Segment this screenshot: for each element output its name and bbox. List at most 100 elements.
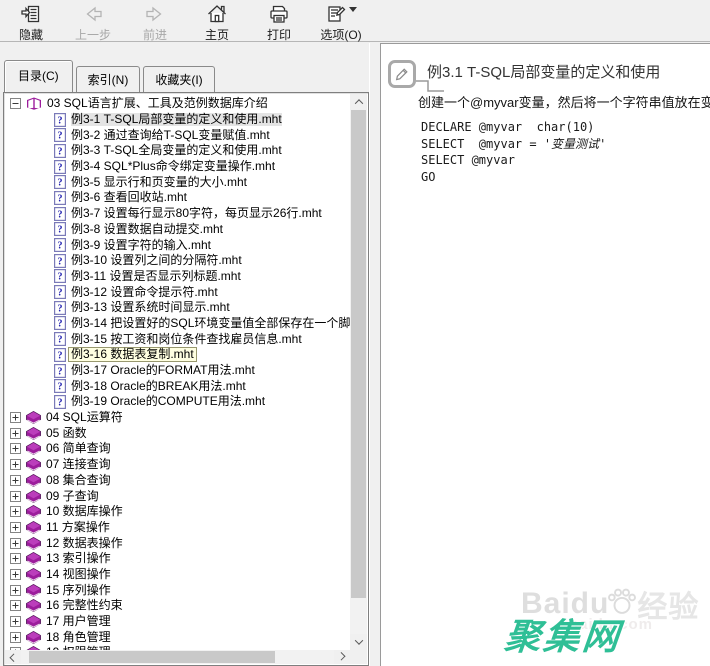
tree-item[interactable]: ? 03 SQL语言扩展、工具及范例数据库介绍 (5, 96, 350, 112)
book-closed-icon: ? (26, 490, 41, 503)
tree-item[interactable]: ? 例3-14 把设置好的SQL环境变量值全部保存在一个脚 (5, 316, 350, 332)
tree-item[interactable]: ? 例3-7 设置每行显示80字符，每页显示26行.mht (5, 206, 350, 222)
svg-text:?: ? (58, 335, 63, 346)
book-closed-icon: ? (26, 568, 41, 581)
tree-item-label: 例3-9 设置字符的输入.mht (71, 239, 211, 252)
tree-expander[interactable] (10, 600, 21, 611)
tree-item[interactable]: ? 例3-13 设置系统时间显示.mht (5, 300, 350, 316)
tree-item[interactable]: ? 05 函数 (5, 425, 350, 441)
book-open-icon: ? (26, 97, 42, 110)
tree-item[interactable]: ? 04 SQL运算符 (5, 410, 350, 426)
tree-item[interactable]: ? 例3-18 Oracle的BREAK用法.mht (5, 378, 350, 394)
book-closed-icon: ? (26, 584, 41, 597)
tree-item[interactable]: ? 例3-4 SQL*Plus命令绑定变量操作.mht (5, 159, 350, 175)
tree-item[interactable]: ? 06 简单查询 (5, 441, 350, 457)
tree-expander[interactable] (10, 569, 21, 580)
tree-item[interactable]: ? 12 数据表操作 (5, 535, 350, 551)
tree-item-label: 18 角色管理 (46, 631, 111, 644)
tree-item-label: 14 视图操作 (46, 568, 111, 581)
tree-expander[interactable] (10, 538, 21, 549)
print-button[interactable]: 打印 (254, 2, 304, 44)
tree-item[interactable]: ? 例3-1 T-SQL局部变量的定义和使用.mht (5, 112, 350, 128)
scroll-right-button[interactable] (334, 650, 350, 664)
tree-item-label: 例3-18 Oracle的BREAK用法.mht (71, 380, 246, 393)
hide-pane-button[interactable]: 隐藏 (6, 2, 56, 44)
printer-icon (268, 3, 290, 25)
options-dropdown-arrow-icon (349, 7, 357, 12)
tree-item-label: 12 数据表操作 (46, 537, 123, 550)
svg-text:?: ? (58, 162, 63, 173)
tree-item[interactable]: ? 例3-11 设置是否显示列标题.mht (5, 269, 350, 285)
tree-expander[interactable] (10, 491, 21, 502)
tree-item-label: 13 索引操作 (46, 552, 111, 565)
help-topic-icon: ? (54, 364, 66, 378)
tree-item-label: 11 方案操作 (46, 521, 110, 534)
tree-item[interactable]: ? 例3-15 按工资和岗位条件查找雇员信息.mht (5, 331, 350, 347)
tree-item[interactable]: ? 例3-16 数据表复制.mht (5, 347, 350, 363)
watermark-overlay: 聚集网 (502, 608, 624, 660)
example-note-icon (388, 60, 416, 88)
back-button[interactable]: 上一步 (68, 2, 118, 44)
scroll-left-button[interactable] (5, 650, 21, 664)
tree-item[interactable]: ? 15 序列操作 (5, 582, 350, 598)
tree-item[interactable]: ? 例3-9 设置字符的输入.mht (5, 237, 350, 253)
home-button[interactable]: 主页 (192, 2, 242, 44)
horizontal-scroll-thumb[interactable] (29, 651, 275, 663)
book-closed-icon: ? (26, 537, 41, 550)
tree-item[interactable]: ? 17 用户管理 (5, 614, 350, 630)
print-label: 打印 (267, 26, 291, 43)
tree-item[interactable]: ? 14 视图操作 (5, 567, 350, 583)
tree-item[interactable]: ? 例3-19 Oracle的COMPUTE用法.mht (5, 394, 350, 410)
svg-text:?: ? (58, 115, 63, 126)
tree-expander[interactable] (10, 459, 21, 470)
tree-expander[interactable] (10, 632, 21, 643)
tree-item[interactable]: ? 例3-3 T-SQL全局变量的定义和使用.mht (5, 143, 350, 159)
watermark-suffix: 经验 (637, 582, 699, 626)
tree-item[interactable]: ? 例3-17 Oracle的FORMAT用法.mht (5, 363, 350, 379)
tree-item[interactable]: ? 07 连接查询 (5, 457, 350, 473)
tree-expander[interactable] (10, 443, 21, 454)
scroll-down-button[interactable] (350, 634, 367, 650)
tree-item[interactable]: ? 例3-10 设置列之间的分隔符.mht (5, 253, 350, 269)
topic-intro: 创建一个@myvar变量，然后将一个字符串值放在变 (418, 92, 710, 111)
options-button[interactable]: 选项(O) (316, 2, 366, 44)
scroll-up-button[interactable] (350, 94, 367, 110)
tree-item[interactable]: ? 08 集合查询 (5, 473, 350, 489)
tree-item[interactable]: ? 例3-6 查看回收站.mht (5, 190, 350, 206)
tree-expander[interactable] (10, 553, 21, 564)
tree-expander[interactable] (10, 412, 21, 423)
tree-expander[interactable] (10, 475, 21, 486)
tree-horizontal-scrollbar[interactable] (5, 650, 350, 664)
tree-item[interactable]: ? 13 索引操作 (5, 551, 350, 567)
tree-item[interactable]: ? 16 完整性约束 (5, 598, 350, 614)
tree-expander[interactable] (10, 506, 21, 517)
tab-favorites[interactable]: 收藏夹(I) (143, 66, 214, 92)
tree-item[interactable]: ? 例3-2 通过查询给T-SQL变量赋值.mht (5, 127, 350, 143)
tree-item[interactable]: ? 11 方案操作 (5, 520, 350, 536)
tree-item[interactable]: ? 09 子查询 (5, 488, 350, 504)
tree-expander[interactable] (10, 98, 21, 109)
book-closed-icon: ? (26, 505, 41, 518)
help-topic-icon: ? (54, 222, 66, 236)
tree-item-label: 例3-17 Oracle的FORMAT用法.mht (71, 364, 255, 377)
tree-item[interactable]: ? 例3-12 设置命令提示符.mht (5, 284, 350, 300)
tree-expander[interactable] (10, 585, 21, 596)
tree-item[interactable]: ? 18 角色管理 (5, 629, 350, 645)
tree-item[interactable]: ? 例3-8 设置数据自动提交.mht (5, 222, 350, 238)
tree-expander[interactable] (10, 428, 21, 439)
tab-contents[interactable]: 目录(C) (4, 60, 73, 92)
tree-item[interactable]: ? 10 数据库操作 (5, 504, 350, 520)
help-topic-icon: ? (54, 238, 66, 252)
help-topic-icon: ? (54, 285, 66, 299)
vertical-scroll-thumb[interactable] (351, 110, 366, 598)
tree-expander[interactable] (10, 522, 21, 533)
tab-index[interactable]: 索引(N) (76, 66, 141, 92)
tree-item[interactable]: ? 例3-5 显示行和页变量的大小.mht (5, 174, 350, 190)
tree-vertical-scrollbar[interactable] (350, 94, 367, 650)
help-topic-icon: ? (54, 395, 66, 409)
forward-button[interactable]: 前进 (130, 2, 180, 44)
back-arrow-icon (82, 3, 104, 25)
tree-expander[interactable] (10, 616, 21, 627)
svg-text:?: ? (58, 398, 63, 409)
tree-item-label: 例3-3 T-SQL全局变量的定义和使用.mht (71, 144, 282, 157)
